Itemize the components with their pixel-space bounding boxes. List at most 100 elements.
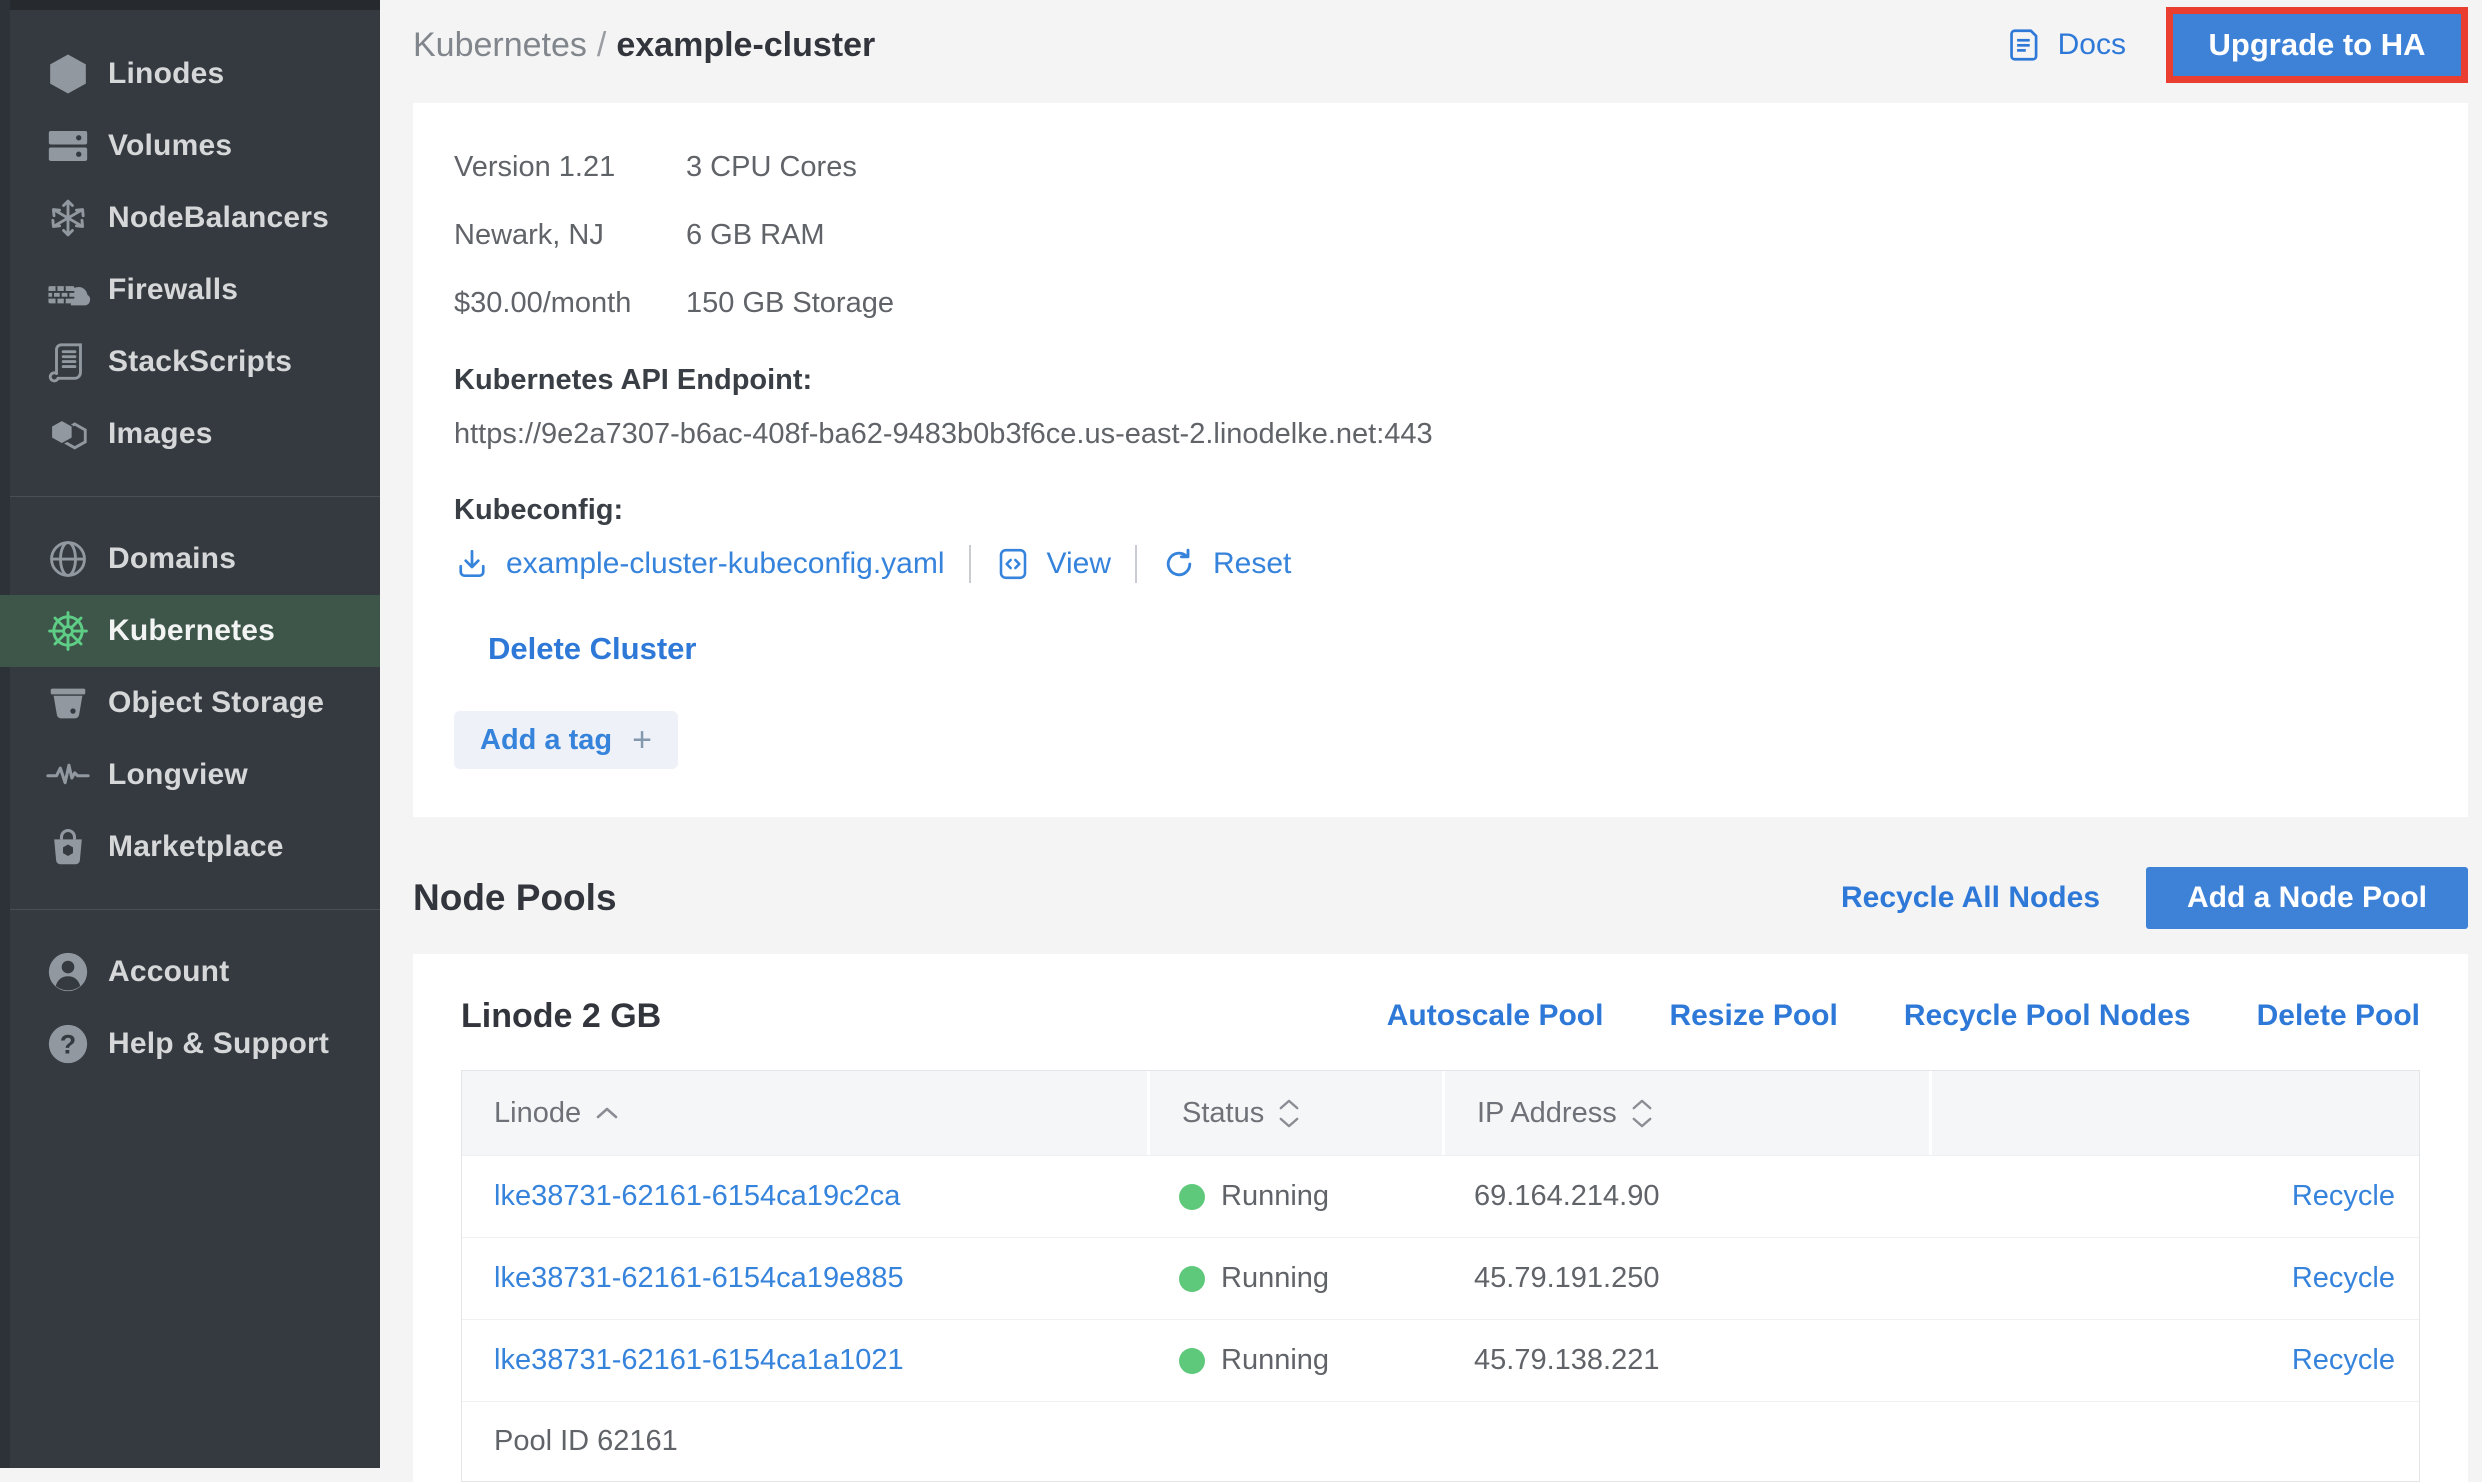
ip-address: 45.79.191.250 <box>1474 1262 1659 1295</box>
marketplace-icon <box>44 823 92 871</box>
sidebar-item-help-support[interactable]: ? Help & Support <box>0 1008 380 1080</box>
domains-icon <box>44 535 92 583</box>
sidebar-item-firewalls[interactable]: Firewalls <box>0 254 380 326</box>
sidebar-item-kubernetes[interactable]: Kubernetes <box>0 595 380 667</box>
status-label: Running <box>1221 1344 1329 1377</box>
sidebar-item-images[interactable]: Images <box>0 398 380 470</box>
volumes-icon <box>44 122 92 170</box>
sidebar-item-label: Domains <box>108 542 236 576</box>
sidebar-item-volumes[interactable]: Volumes <box>0 110 380 182</box>
recycle-node-link[interactable]: Recycle <box>2292 1344 2395 1377</box>
column-header-actions <box>1929 1071 2419 1155</box>
kubeconfig-row: example-cluster-kubeconfig.yaml View Res… <box>454 545 2428 583</box>
cluster-ram: 6 GB RAM <box>686 213 894 257</box>
sidebar-item-object-storage[interactable]: Object Storage <box>0 667 380 739</box>
cluster-cpu: 3 CPU Cores <box>686 145 894 189</box>
breadcrumb-separator: / <box>597 26 606 64</box>
reset-label: Reset <box>1213 547 1291 581</box>
kubeconfig-view-link[interactable]: View <box>995 546 1111 582</box>
add-tag-button[interactable]: Add a tag + <box>454 711 678 769</box>
column-label: Status <box>1182 1097 1264 1130</box>
svg-text:?: ? <box>60 1030 76 1060</box>
column-label: IP Address <box>1477 1097 1617 1130</box>
linode-icon <box>44 50 92 98</box>
column-label: Linode <box>494 1097 581 1130</box>
column-header-ip-address[interactable]: IP Address <box>1442 1071 1929 1155</box>
sidebar-item-label: Kubernetes <box>108 614 275 648</box>
kubeconfig-reset-link[interactable]: Reset <box>1161 546 1291 582</box>
linode-cell: lke38731-62161-6154ca19c2ca <box>462 1180 1147 1213</box>
add-tag-label: Add a tag <box>480 724 612 757</box>
node-pools-actions: Recycle All Nodes Add a Node Pool <box>1841 867 2468 929</box>
account-icon <box>44 948 92 996</box>
sort-both-icon <box>1631 1098 1653 1129</box>
download-icon <box>454 546 490 582</box>
breadcrumb-section[interactable]: Kubernetes <box>413 26 587 64</box>
status-running-dot <box>1179 1184 1205 1210</box>
ip-cell: 45.79.191.250 <box>1442 1262 1929 1295</box>
sort-both-icon <box>1278 1098 1300 1129</box>
sidebar-item-domains[interactable]: Domains <box>0 523 380 595</box>
linode-link[interactable]: lke38731-62161-6154ca19e885 <box>494 1262 904 1295</box>
kubeconfig-download-link[interactable]: example-cluster-kubeconfig.yaml <box>454 546 945 582</box>
sidebar-top-strip <box>0 0 380 10</box>
table-row: lke38731-62161-6154ca19c2ca Running 69.1… <box>462 1155 2419 1237</box>
docs-link[interactable]: Docs <box>2006 26 2126 64</box>
recycle-node-link[interactable]: Recycle <box>2292 1262 2395 1295</box>
sidebar-item-label: Firewalls <box>108 273 238 307</box>
ip-address: 69.164.214.90 <box>1474 1180 1659 1213</box>
pool-id-label: Pool ID 62161 <box>494 1425 678 1458</box>
stackscripts-icon <box>44 338 92 386</box>
status-label: Running <box>1221 1180 1329 1213</box>
sidebar-item-label: NodeBalancers <box>108 201 329 235</box>
cluster-summary-card: Version 1.21 3 CPU Cores Newark, NJ 6 GB… <box>413 103 2468 817</box>
sidebar-item-marketplace[interactable]: Marketplace <box>0 811 380 883</box>
sidebar-item-label: Marketplace <box>108 830 284 864</box>
separator <box>1135 545 1137 583</box>
sidebar-item-label: Volumes <box>108 129 232 163</box>
sidebar-item-nodebalancers[interactable]: NodeBalancers <box>0 182 380 254</box>
kubernetes-icon <box>44 607 92 655</box>
action-cell: Recycle <box>1929 1180 2419 1213</box>
table-header-row: Linode Status IP Address <box>462 1071 2419 1155</box>
page-header: Kubernetes/example-cluster Docs Upgrade … <box>413 12 2468 78</box>
column-header-status[interactable]: Status <box>1147 1071 1442 1155</box>
linode-link[interactable]: lke38731-62161-6154ca1a1021 <box>494 1344 904 1377</box>
add-node-pool-button[interactable]: Add a Node Pool <box>2146 867 2468 929</box>
plus-icon: + <box>632 723 652 757</box>
upgrade-to-ha-button[interactable]: Upgrade to HA <box>2173 14 2461 76</box>
help-icon: ? <box>44 1020 92 1068</box>
column-header-linode[interactable]: Linode <box>462 1071 1147 1155</box>
delete-pool-link[interactable]: Delete Pool <box>2257 999 2420 1033</box>
docs-label: Docs <box>2058 28 2126 62</box>
sidebar-item-label: Longview <box>108 758 248 792</box>
sidebar-item-longview[interactable]: Longview <box>0 739 380 811</box>
autoscale-pool-link[interactable]: Autoscale Pool <box>1387 999 1604 1033</box>
status-running-dot <box>1179 1266 1205 1292</box>
node-pools-header: Node Pools Recycle All Nodes Add a Node … <box>413 867 2468 929</box>
sidebar-item-label: Images <box>108 417 213 451</box>
api-endpoint-label: Kubernetes API Endpoint: <box>454 359 2428 401</box>
kubeconfig-label: Kubeconfig: <box>454 489 2428 531</box>
cluster-price: $30.00/month <box>454 281 686 325</box>
sidebar-item-account[interactable]: Account <box>0 936 380 1008</box>
recycle-node-link[interactable]: Recycle <box>2292 1180 2395 1213</box>
cluster-region: Newark, NJ <box>454 213 686 257</box>
node-pool-card: Linode 2 GB Autoscale Pool Resize Pool R… <box>413 954 2468 1482</box>
linode-link[interactable]: lke38731-62161-6154ca19c2ca <box>494 1180 900 1213</box>
ip-address: 45.79.138.221 <box>1474 1344 1659 1377</box>
action-cell: Recycle <box>1929 1344 2419 1377</box>
sidebar-item-stackscripts[interactable]: StackScripts <box>0 326 380 398</box>
delete-cluster-link[interactable]: Delete Cluster <box>488 631 696 667</box>
cluster-version: Version 1.21 <box>454 145 686 189</box>
ip-cell: 69.164.214.90 <box>1442 1180 1929 1213</box>
recycle-all-nodes-link[interactable]: Recycle All Nodes <box>1841 881 2100 915</box>
images-icon <box>44 410 92 458</box>
resize-pool-link[interactable]: Resize Pool <box>1669 999 1837 1033</box>
table-footer-row: Pool ID 62161 <box>462 1401 2419 1481</box>
sidebar-item-linodes[interactable]: Linodes <box>0 38 380 110</box>
status-cell: Running <box>1147 1344 1442 1377</box>
pool-action-links: Autoscale Pool Resize Pool Recycle Pool … <box>1321 999 2420 1033</box>
recycle-pool-nodes-link[interactable]: Recycle Pool Nodes <box>1904 999 2191 1033</box>
linode-cell: lke38731-62161-6154ca19e885 <box>462 1262 1147 1295</box>
